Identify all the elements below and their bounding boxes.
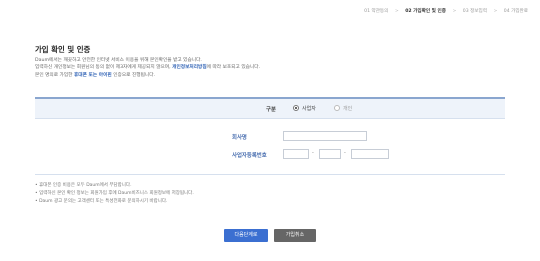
description-text: 에 따라 보호되고 있습니다. (206, 65, 261, 71)
radio-unchecked-icon (334, 105, 340, 111)
company-name-label: 회사명 (232, 135, 247, 141)
business-number-label: 사업자등록번호 (232, 153, 267, 159)
step-3: 03 정보입력 (462, 9, 487, 14)
description-text: 인증으로 진행됩니다. (111, 72, 156, 78)
business-number-input-1[interactable] (283, 149, 309, 159)
description-line: 본인 명의로 가입한 휴대폰 또는 아이핀 인증으로 진행됩니다. (35, 72, 260, 79)
description: Daum에서는 깨끗하고 안전한 인터넷 서비스 이용을 위해 본인확인을 받고… (35, 57, 260, 79)
description-text: 본인 명의로 가입한 (35, 72, 74, 78)
radio-individual-label: 개인 (343, 106, 353, 112)
description-text: 입력하신 개인정보는 회원님의 동의 없이 제3자에게 제공되지 않으며, (35, 65, 173, 71)
dash: - (344, 150, 346, 156)
radio-individual[interactable]: 개인 (334, 105, 352, 112)
radio-checked-icon (293, 105, 299, 111)
description-line: 입력하신 개인정보는 회원님의 동의 없이 제3자에게 제공되지 않으며, 개인… (35, 64, 260, 71)
next-step-button[interactable]: 다음단계로 (224, 229, 268, 242)
business-number-input-3[interactable] (351, 149, 389, 159)
notes: • 휴대폰 인증 비용은 모두 Daum에서 부담합니다. • 입력하신 본인 … (35, 182, 194, 206)
radio-business[interactable]: 사업자 (293, 105, 316, 112)
note-item: • 입력하신 본인 확인 정보는 회원가입 후에 Daum비즈니스 회원정보에 … (35, 191, 194, 196)
cancel-signup-button[interactable]: 가입취소 (274, 229, 316, 242)
step-2-active: 02 가입확인 및 인증 (405, 9, 446, 14)
member-type-bar: 구분 사업자 개인 (35, 97, 505, 119)
step-4: 04 가입완료 (503, 9, 528, 14)
step-separator: > (394, 9, 399, 14)
company-name-input[interactable] (283, 131, 367, 141)
auth-method-text: 휴대폰 또는 아이핀 (73, 72, 112, 78)
privacy-policy-link[interactable]: 개인정보처리방침 (172, 65, 207, 70)
business-form: 회사명 사업자등록번호 - - (35, 119, 505, 175)
business-number-input-2[interactable] (319, 149, 341, 159)
note-item: • 휴대폰 인증 비용은 모두 Daum에서 부담합니다. (35, 183, 132, 188)
note-item: • Daum 광고 문의는 고객센터 또는 특성전화로 문의하시기 바랍니다. (35, 199, 168, 204)
dash: - (312, 150, 314, 156)
step-separator: > (493, 9, 498, 14)
member-type-label: 구분 (266, 107, 276, 113)
step-indicator: 01 약관동의 > 02 가입확인 및 인증 > 03 정보입력 > 04 가입… (364, 8, 528, 14)
page-title: 가입 확인 및 인증 (35, 45, 91, 54)
radio-business-label: 사업자 (302, 106, 316, 112)
step-1: 01 약관동의 (364, 9, 389, 14)
description-line: Daum에서는 깨끗하고 안전한 인터넷 서비스 이용을 위해 본인확인을 받고… (35, 58, 202, 63)
step-separator: > (452, 9, 457, 14)
